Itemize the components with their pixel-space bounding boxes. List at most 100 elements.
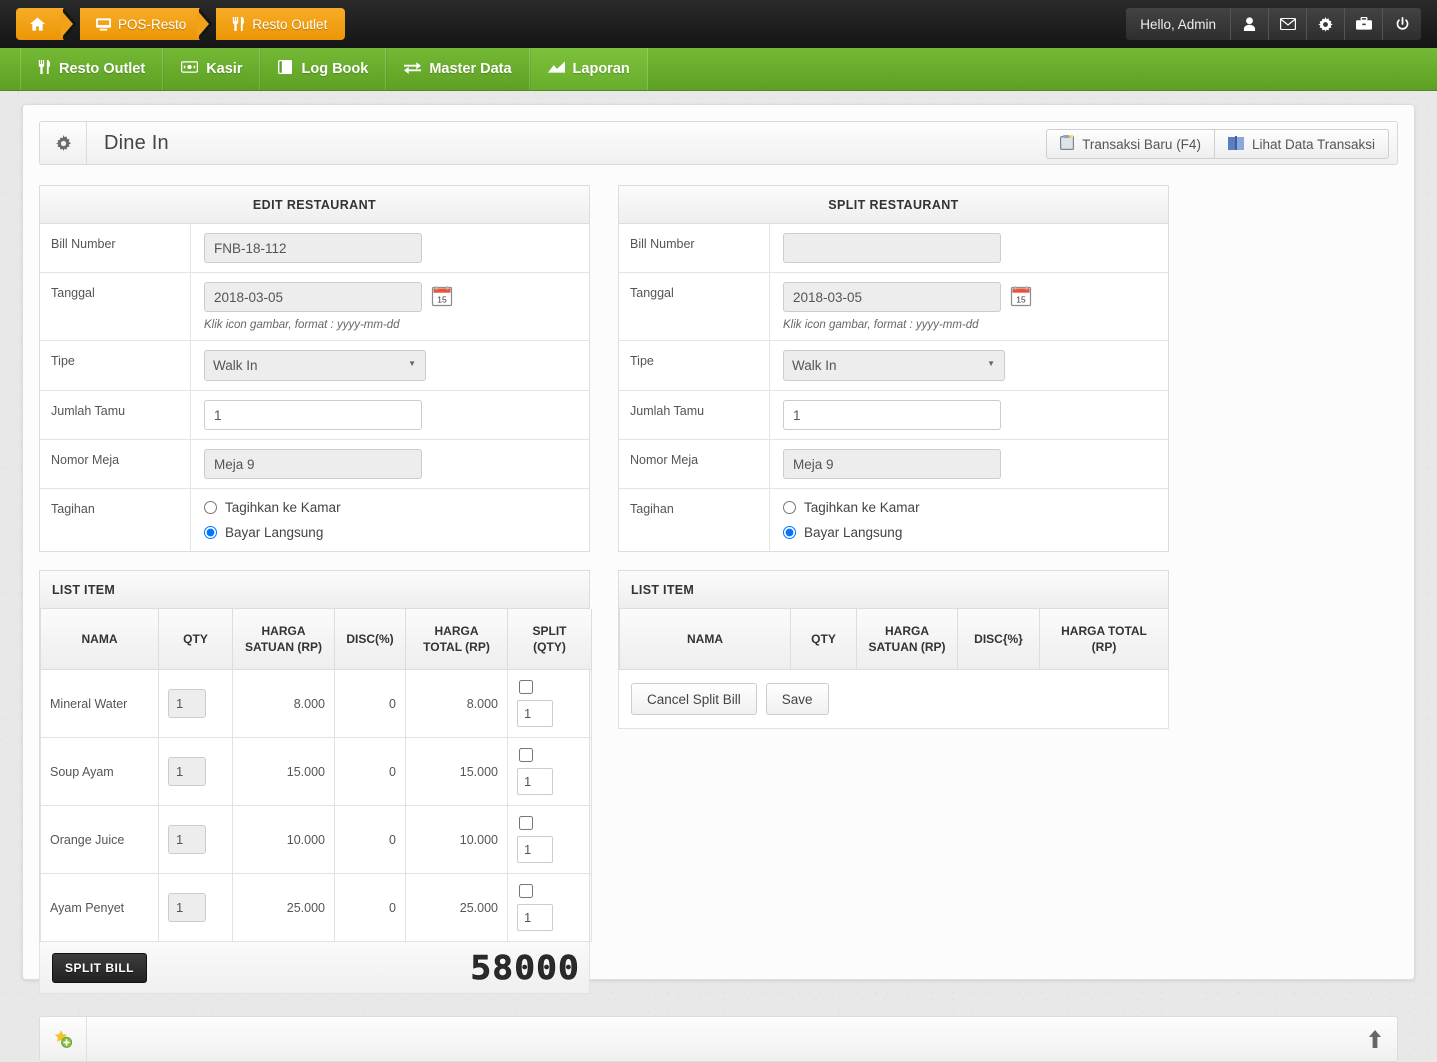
tanggal-input[interactable]: [204, 282, 422, 312]
col-qty: QTY: [158, 609, 233, 671]
briefcase-icon[interactable]: [1345, 8, 1383, 40]
cutlery-icon: [38, 60, 51, 78]
field-row-tipe: Tipe Walk In: [619, 341, 1168, 391]
col-label-2: SATUAN (RP): [868, 640, 946, 655]
radio-input-bayar[interactable]: [204, 526, 217, 539]
col-harga-satuan: HARGA SATUAN (RP): [856, 609, 958, 671]
columns-container: EDIT RESTAURANT Bill Number Tanggal 15: [39, 185, 1398, 995]
nav-item-master-data[interactable]: Master Data: [386, 48, 530, 90]
split-qty-input[interactable]: [517, 836, 553, 864]
split-qty-input[interactable]: [517, 768, 553, 796]
qty-input[interactable]: [168, 825, 206, 855]
bill-number-input[interactable]: [204, 233, 422, 263]
page-actions: Transaksi Baru (F4) Lihat Data Transaksi: [1046, 129, 1389, 159]
col-nama: NAMA: [619, 609, 791, 671]
split-qty-input[interactable]: [517, 904, 553, 932]
envelope-icon[interactable]: [1269, 8, 1307, 40]
breadcrumb-item-home[interactable]: [16, 8, 64, 40]
split-checkbox[interactable]: [519, 680, 533, 695]
cell-harga-satuan: 25.000: [232, 873, 335, 943]
col-label-2: (RP): [1091, 640, 1117, 655]
cell-qty: [158, 873, 233, 943]
radio-input-kamar[interactable]: [204, 501, 217, 514]
field-row-tanggal: Tanggal 15 Klik icon gambar, format : yy…: [619, 273, 1168, 341]
footer-bar: [39, 1016, 1398, 1062]
tipe-select[interactable]: Walk In: [204, 350, 426, 381]
left-items-table: NAMA QTY HARGA SATUAN (RP) DISC(%) HARGA T…: [40, 609, 592, 943]
gear-icon[interactable]: [1307, 8, 1345, 40]
table-header-row: NAMA QTY HARGA SATUAN (RP) DISC(%) HARGA T…: [40, 609, 592, 671]
button-label: Transaksi Baru (F4): [1082, 136, 1201, 152]
radio-bayar-langsung[interactable]: Bayar Langsung: [204, 523, 589, 542]
split-checkbox[interactable]: [519, 748, 533, 763]
power-icon[interactable]: [1383, 8, 1421, 40]
breadcrumb-item-pos-resto[interactable]: POS-Resto: [80, 8, 201, 40]
nav-item-log-book[interactable]: Log Book: [260, 48, 387, 90]
split-checkbox[interactable]: [519, 816, 533, 831]
col-label: QTY: [811, 632, 836, 647]
jumlah-tamu-input[interactable]: [204, 400, 422, 430]
cancel-split-bill-button[interactable]: Cancel Split Bill: [631, 683, 757, 716]
field-row-tanggal: Tanggal 15 Klik icon gambar, format : yy…: [40, 273, 589, 341]
field-row-tagihan: Tagihan Tagihkan ke Kamar Bayar Langsung: [619, 489, 1168, 551]
radio-input-bayar[interactable]: [783, 526, 796, 539]
save-button[interactable]: Save: [765, 683, 829, 716]
button-label: Lihat Data Transaksi: [1251, 136, 1375, 152]
split-checkbox[interactable]: [519, 884, 533, 899]
cell-qty: [158, 669, 233, 739]
bill-number-label: Bill Number: [40, 224, 191, 272]
cell-nama: Ayam Penyet: [40, 873, 159, 943]
radio-label: Bayar Langsung: [804, 525, 903, 540]
calendar-icon[interactable]: 15: [1010, 285, 1032, 310]
nav-item-kasir[interactable]: Kasir: [163, 48, 261, 90]
radio-tagihkan-ke-kamar[interactable]: Tagihkan ke Kamar: [204, 498, 589, 517]
right-items-table: NAMA QTY HARGA SATUAN (RP) DISC{%} HARGA …: [619, 609, 1169, 671]
radio-input-kamar[interactable]: [783, 501, 796, 514]
transaksi-baru-button[interactable]: Transaksi Baru (F4): [1046, 129, 1215, 159]
book-open-icon: [1227, 135, 1244, 153]
split-nomor-meja-input[interactable]: [783, 449, 1001, 479]
field-row-jumlah-tamu: Jumlah Tamu: [40, 391, 589, 440]
cutlery-icon: [232, 17, 245, 31]
split-bill-button[interactable]: SPLIT BILL: [52, 952, 147, 983]
scroll-up-arrow-icon[interactable]: [1367, 1017, 1383, 1061]
table-header-row: NAMA QTY HARGA SATUAN (RP) DISC{%} HARGA …: [619, 609, 1169, 671]
col-disc: DISC(%): [334, 609, 406, 671]
cell-disc: 0: [334, 737, 406, 807]
split-tanggal-input[interactable]: [783, 282, 1001, 312]
star-add-icon[interactable]: [40, 1017, 87, 1062]
breadcrumb-item-resto-outlet[interactable]: Resto Outlet: [216, 8, 346, 40]
lihat-data-transaksi-button[interactable]: Lihat Data Transaksi: [1214, 129, 1389, 159]
left-list-panel: LIST ITEM NAMA QTY HARGA SATUAN (RP) DISC…: [39, 570, 592, 943]
user-menu: Hello, Admin: [1126, 8, 1421, 40]
split-jumlah-tamu-input[interactable]: [783, 400, 1001, 430]
breadcrumb-separator-2: [197, 8, 216, 40]
gear-icon: [40, 122, 87, 164]
nav-label: Laporan: [572, 61, 630, 77]
qty-input[interactable]: [168, 689, 206, 719]
nav-item-resto-outlet[interactable]: Resto Outlet: [20, 48, 164, 90]
field-row-bill-number: Bill Number: [619, 224, 1168, 273]
col-qty: QTY: [790, 609, 857, 671]
split-tipe-select[interactable]: Walk In: [783, 350, 1005, 381]
cell-nama: Soup Ayam: [40, 737, 159, 807]
nomor-meja-input[interactable]: [204, 449, 422, 479]
cell-nama: Orange Juice: [40, 805, 159, 875]
tipe-label: Tipe: [40, 341, 191, 390]
split-qty-input[interactable]: [517, 700, 553, 728]
nav-item-laporan[interactable]: Laporan: [529, 48, 648, 90]
split-bill-number-input[interactable]: [783, 233, 1001, 263]
top-bar: POS-Resto Resto Outlet Hello, Admin: [0, 0, 1437, 48]
qty-input[interactable]: [168, 757, 206, 787]
monitor-icon: [96, 17, 111, 31]
col-harga-satuan: HARGA SATUAN (RP): [232, 609, 335, 671]
split-restaurant-heading: SPLIT RESTAURANT: [619, 186, 1168, 224]
calendar-icon[interactable]: 15: [431, 285, 453, 310]
radio-bayar-langsung[interactable]: Bayar Langsung: [783, 523, 1168, 542]
user-profile-icon[interactable]: [1231, 8, 1269, 40]
col-label: DISC{%}: [974, 632, 1023, 647]
qty-input[interactable]: [168, 893, 206, 923]
col-label: NAMA: [81, 632, 118, 647]
nomor-meja-label: Nomor Meja: [619, 440, 770, 488]
radio-tagihkan-ke-kamar[interactable]: Tagihkan ke Kamar: [783, 498, 1168, 517]
